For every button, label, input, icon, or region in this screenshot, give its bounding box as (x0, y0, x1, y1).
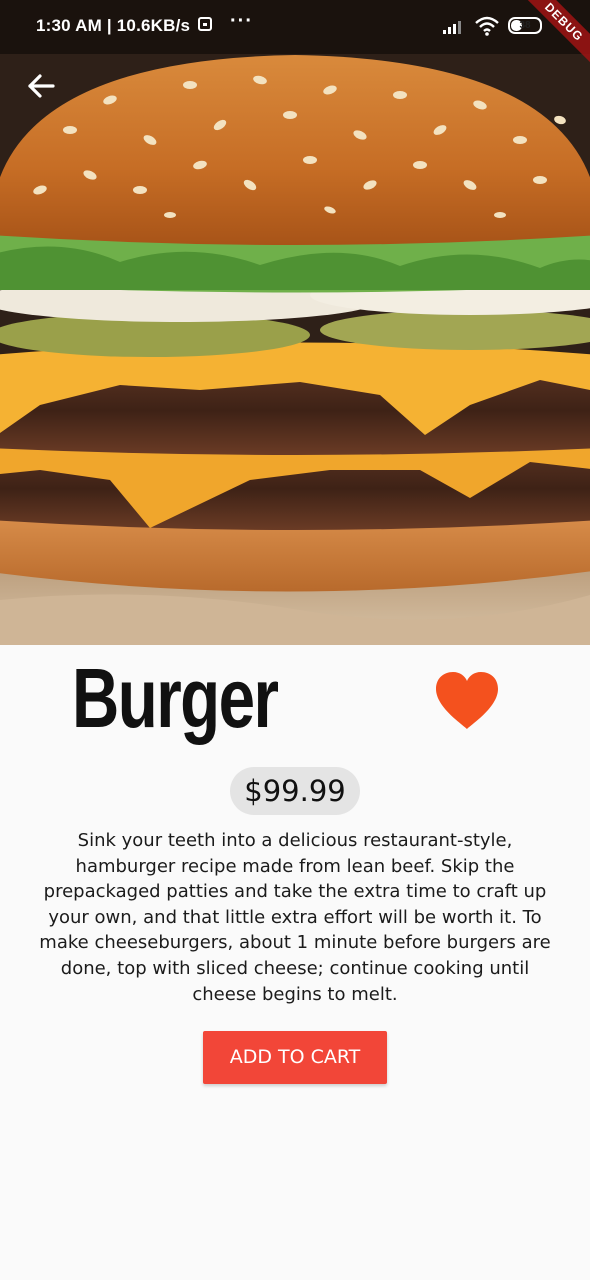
arrow-back-icon (28, 74, 55, 98)
price-badge: $99.99 (230, 767, 360, 815)
product-description: Sink your teeth into a delicious restaur… (39, 830, 551, 1005)
status-bar: 1:30 AM | 10.6KB/s ··· 38 (0, 0, 590, 54)
status-more-indicator: ··· (230, 10, 253, 32)
product-title: Burger (72, 651, 279, 745)
favorite-button[interactable] (434, 671, 500, 731)
back-button[interactable] (20, 64, 64, 108)
battery-icon: 38 (508, 17, 542, 34)
download-icon (198, 17, 212, 31)
heart-icon (436, 672, 498, 729)
add-to-cart-button[interactable]: ADD TO CART (203, 1031, 387, 1084)
wifi-icon (475, 16, 499, 36)
battery-percent: 38 (519, 20, 531, 31)
product-image (0, 0, 590, 645)
signal-icon (443, 21, 461, 34)
status-time: 1:30 AM | 10.6KB/s (36, 16, 191, 35)
